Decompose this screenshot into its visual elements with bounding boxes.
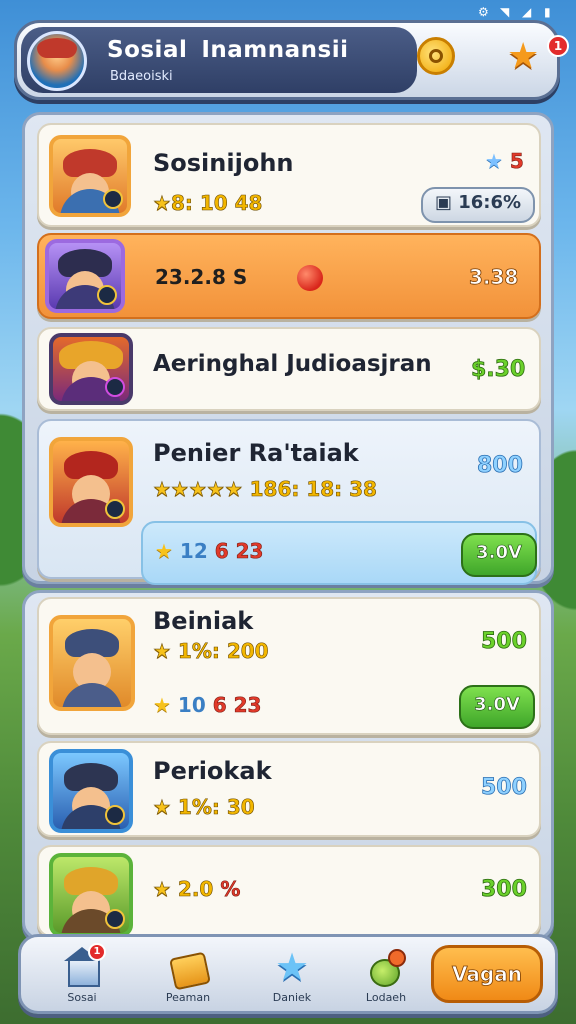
title-part-1: Sosial [107, 37, 188, 63]
list-item[interactable]: ★ 2.0 % 300 [37, 845, 541, 937]
chest-icon [168, 947, 211, 991]
item-price: 500 [481, 629, 528, 655]
status-bar: ⚙ ◥ ◢ ▮ [478, 2, 556, 20]
settings-icon: ⚙ [478, 5, 489, 19]
character-portrait [49, 749, 133, 833]
list-item[interactable]: Beiniak ★ 1%: 200 500 ★ 10 6 23 3.0V [37, 597, 541, 735]
item-price: 3.38 [469, 265, 519, 290]
notification-badge: 1 [547, 35, 569, 57]
item-name: Periokak [153, 757, 272, 785]
buy-button[interactable]: 3.0V [459, 685, 535, 729]
item-subrow: ★ 12 6 23 3.0V [141, 521, 537, 585]
primary-action-button[interactable]: Vagan [431, 945, 543, 1003]
item-stars: ★ 1%: 200 [153, 639, 269, 664]
character-portrait [49, 853, 133, 937]
nav-item-lodaeh[interactable]: Lodaeh [351, 947, 421, 1004]
nav-item-daniek[interactable]: ★ Daniek [257, 947, 327, 1004]
item-row2-values: ★ 10 6 23 [153, 693, 262, 718]
nav-label: Sosai [67, 991, 97, 1004]
nav-label: Daniek [272, 991, 312, 1004]
list-panel-bottom: Beiniak ★ 1%: 200 500 ★ 10 6 23 3.0V Per… [22, 590, 554, 940]
nav-label: Peaman [165, 991, 211, 1004]
subrow-values: ★ 12 6 23 [155, 539, 264, 564]
nav-item-sosai[interactable]: 1 Sosai [47, 943, 117, 1004]
item-name: Sosinijohn [153, 149, 294, 177]
item-price: $.30 [471, 357, 526, 383]
item-stars: ★ 1%: 30 [153, 795, 255, 820]
star-icon: ★ [274, 945, 310, 989]
nav-item-peaman[interactable]: Peaman [153, 947, 223, 1004]
potion-icon [366, 947, 406, 987]
list-item-expanded[interactable]: Penier Ra'taiak ★★★★★ 186: 18: 38 800 ★ … [37, 419, 541, 585]
item-name: Beiniak [153, 607, 254, 635]
item-price: 800 [477, 453, 524, 479]
bottom-nav: 1 Sosai Peaman ★ Daniek Lodaeh Vagan [18, 934, 558, 1014]
battery-icon: ▮ [544, 5, 551, 19]
list-panel-top: Sosinijohn ★8: 10 48 ★ 5 ▣ 16:6% 23.2.8 … [22, 112, 554, 585]
item-rank: ★ 5 [485, 149, 524, 174]
item-stat-pill[interactable]: ▣ 16:6% [421, 187, 535, 223]
bucket-icon: ▣ [434, 192, 452, 213]
ball-icon [297, 265, 323, 291]
list-item[interactable]: Aeringhal Judioasjran $.30 [37, 327, 541, 411]
character-portrait [49, 333, 133, 405]
character-portrait [49, 135, 131, 217]
item-value: 23.2.8 S [155, 265, 248, 289]
item-name: Penier Ra'taiak [153, 439, 359, 467]
title-part-2: Inamnansii [201, 37, 349, 63]
page-subtitle: Bdaeoiski [110, 69, 173, 84]
coin-button[interactable] [417, 37, 455, 75]
nav-badge: 1 [88, 943, 106, 961]
player-avatar[interactable] [27, 31, 87, 91]
page-title: Sosial Inamnansii [107, 37, 349, 63]
list-item[interactable]: Periokak ★ 1%: 30 500 [37, 741, 541, 837]
item-stars: ★★★★★ 186: 18: 38 [153, 477, 378, 502]
wifi-icon: ◥ [500, 5, 510, 19]
list-item-selected[interactable]: 23.2.8 S 3.38 [37, 233, 541, 319]
item-price: 500 [481, 775, 528, 801]
character-portrait [45, 239, 125, 313]
item-name: Aeringhal Judioasjran [153, 351, 432, 377]
home-icon: 1 [62, 943, 106, 987]
list-item[interactable]: Sosinijohn ★8: 10 48 ★ 5 ▣ 16:6% [37, 123, 541, 227]
item-stars: ★8: 10 48 [153, 191, 263, 216]
nav-label: Lodaeh [365, 991, 407, 1004]
item-stars: ★ 2.0 % [153, 877, 241, 902]
item-price: 300 [481, 877, 528, 903]
character-portrait [49, 615, 135, 711]
favorites-star-icon[interactable]: ★ [507, 39, 539, 75]
character-portrait [49, 437, 133, 527]
buy-button[interactable]: 3.0V [461, 533, 537, 577]
signal-icon: ◢ [522, 5, 532, 19]
header-bar: Sosial Inamnansii Bdaeoiski ★ 1 [14, 20, 569, 100]
